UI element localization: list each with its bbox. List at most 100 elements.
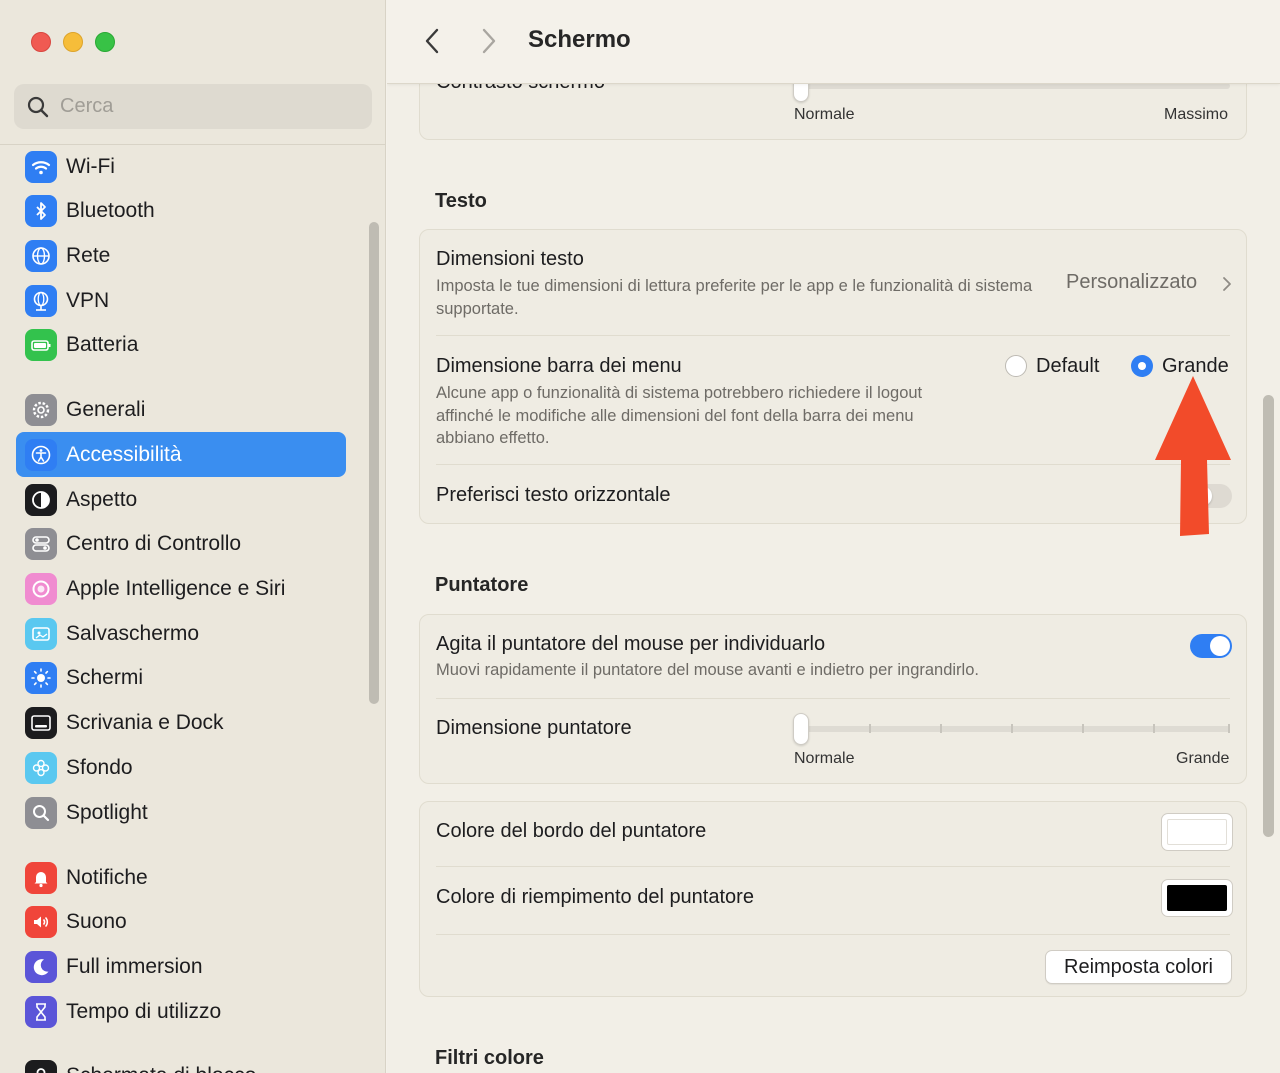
sidebar-item-spotlight[interactable]: Spotlight [16,790,346,835]
sidebar-item-accessibilit[interactable]: Accessibilità [16,432,346,478]
control-center-icon [25,528,57,561]
sidebar-item-label: Sfondo [66,755,133,779]
pointer-size-title: Dimensione puntatore [436,717,632,739]
bell-icon [25,861,57,894]
sidebar-item-schermi[interactable]: Schermi [16,656,346,701]
sidebar-item-label: Generali [66,398,146,422]
sidebar-item-centro-di-controllo[interactable]: Centro di Controllo [16,522,346,567]
sidebar-item-label: Spotlight [66,800,148,824]
sidebar-item-label: VPN [66,288,110,312]
slider-knob[interactable] [793,713,809,745]
fill-color-well[interactable] [1161,879,1233,917]
wallpaper-icon [25,751,57,784]
sidebar: Wi-Fi Bluetooth Rete VPN Batteria Generali Acc… [0,0,386,1073]
sidebar-item-aspetto[interactable]: Aspetto [16,477,346,522]
battery-icon [25,329,57,362]
sidebar-item-label: Schermi [66,666,144,690]
radio-default-label: Default [1036,355,1100,377]
sidebar-item-tempo-di-utilizzo[interactable]: Tempo di utilizzo [16,989,346,1034]
chevron-left-icon [425,28,439,54]
sidebar-item-label: Aspetto [66,487,138,511]
forward-button[interactable] [474,26,504,56]
horizontal-text-title: Preferisci testo orizzontale [436,484,671,506]
slider-tick [1228,724,1230,733]
screensaver-icon [25,617,57,650]
slider-tick [940,724,942,733]
sidebar-item-salvaschermo[interactable]: Salvaschermo [16,611,346,656]
radio-default[interactable] [1005,355,1027,377]
window-controls [31,32,115,52]
main-scrollbar[interactable] [1263,395,1274,837]
sidebar-item-rete[interactable]: Rete [16,233,346,278]
main-content: Schermo Contrasto schermo Normale Massim… [387,0,1280,1073]
sidebar-item-vpn[interactable]: VPN [16,278,346,323]
slider-track [800,726,1230,732]
sidebar-item-label: Tempo di utilizzo [66,999,222,1023]
slider-tick [1011,724,1013,733]
wifi-icon [25,150,57,183]
siri-icon [25,573,57,605]
sidebar-item-schermata-di-blocco[interactable]: Schermata di blocco [16,1053,346,1073]
radio-large[interactable] [1131,355,1153,377]
minimize-button[interactable] [63,32,83,52]
search-icon [27,96,49,117]
sidebar-item-label: Apple Intelligence e Siri [66,577,286,600]
sidebar-item-batteria[interactable]: Batteria [16,323,346,368]
close-button[interactable] [31,32,51,52]
sidebar-item-label: Accessibilità [66,442,182,466]
sidebar-item-full-immersion[interactable]: Full immersion [16,944,346,989]
speaker-icon [25,906,57,939]
sidebar-item-label: Centro di Controllo [66,532,242,556]
sidebar-item-label: Batteria [66,333,139,357]
sidebar-item-wi-fi[interactable]: Wi-Fi [16,144,346,189]
fill-color-title: Colore di riempimento del puntatore [436,886,754,908]
color-swatch [1167,885,1227,911]
section-title-filtri-colore: Filtri colore [435,1047,544,1069]
sidebar-item-bluetooth[interactable]: Bluetooth [16,189,346,234]
slider-tick [1082,724,1084,733]
contrast-max-label: Massimo [1164,106,1229,123]
search-field[interactable] [14,84,372,129]
sidebar-item-suono[interactable]: Suono [16,900,346,945]
gear-icon [25,394,57,427]
chevron-right-icon [1223,277,1231,291]
slider-tick [1153,724,1155,733]
sidebar-item-scrivania-e-dock[interactable]: Scrivania e Dock [16,701,346,746]
row-divider [436,866,1230,867]
appearance-icon [25,483,57,516]
shake-pointer-title: Agita il puntatore del mouse per individ… [436,633,826,655]
reset-colors-button[interactable]: Reimposta colori [1045,950,1232,984]
sidebar-item-apple-intelligence-e-siri[interactable]: Apple Intelligence e Siri [16,567,346,612]
bluetooth-icon [25,195,57,228]
spotlight-icon [25,796,57,829]
border-color-well[interactable] [1161,813,1233,851]
zoom-button[interactable] [95,32,115,52]
pointer-size-min-label: Normale [794,750,855,767]
globe-icon [25,239,57,272]
shake-pointer-toggle[interactable] [1190,634,1232,658]
search-input[interactable] [60,95,360,118]
menubar-size-title: Dimensione barra dei menu [436,355,682,377]
moon-icon [25,950,57,983]
menubar-size-desc: Alcune app o funzionalità di sistema pot… [436,384,923,447]
toolbar: Schermo [387,0,1280,84]
sidebar-scrollbar[interactable] [369,222,379,704]
text-size-value: Personalizzato [1066,271,1198,293]
back-button[interactable] [417,26,447,56]
sidebar-item-notifiche[interactable]: Notifiche [16,855,346,900]
border-color-title: Colore del bordo del puntatore [436,820,707,842]
chevron-right-icon [482,28,496,54]
text-card: Dimensioni testo Imposta le tue dimensio… [419,229,1247,524]
sidebar-item-generali[interactable]: Generali [16,388,346,433]
sidebar-item-label: Notifiche [66,865,148,889]
sidebar-item-label: Suono [66,910,127,934]
shake-pointer-desc: Muovi rapidamente il puntatore del mouse… [436,661,979,679]
dock-icon [25,707,57,740]
pointer-card: Agita il puntatore del mouse per individ… [419,614,1247,784]
sidebar-item-label: Bluetooth [66,199,155,223]
row-divider [436,335,1230,336]
color-swatch [1167,819,1227,845]
text-size-desc: Imposta le tue dimensioni di lettura pre… [436,277,1033,318]
sidebar-item-sfondo[interactable]: Sfondo [16,745,346,790]
accessibility-icon [25,438,57,471]
